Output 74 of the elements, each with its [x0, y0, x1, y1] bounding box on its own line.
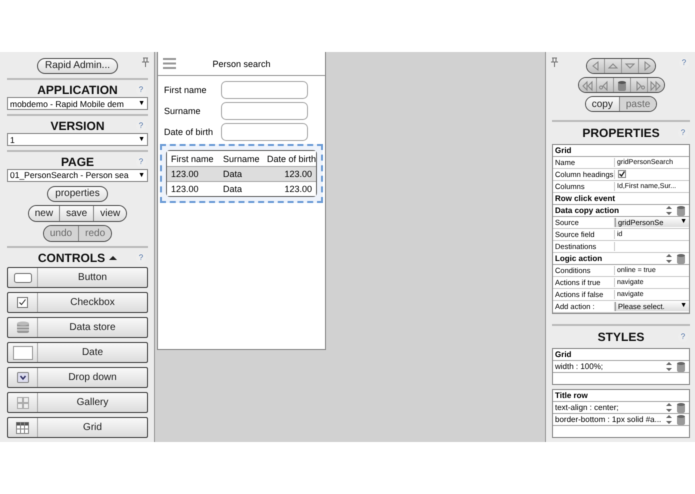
last-button[interactable]: [646, 78, 664, 92]
page-action-button[interactable]: view: [93, 206, 126, 221]
delete-button[interactable]: [612, 78, 630, 92]
control-button[interactable]: Grid: [7, 417, 148, 438]
grid-selection[interactable]: First name Surname Date of birth 123.00 Data 123.00 123.00 Data 123.00: [160, 144, 323, 203]
input-field[interactable]: [221, 123, 308, 141]
previous-button[interactable]: [596, 78, 612, 92]
group-title: Title row: [555, 391, 588, 400]
help-icon[interactable]: ?: [678, 332, 688, 342]
rapid-admin-button[interactable]: Rapid Admin...: [36, 58, 118, 74]
group-title: Data copy action: [555, 206, 620, 216]
last-icon: [648, 80, 662, 92]
reorder-delete-icon[interactable]: [665, 253, 687, 264]
page-action-button[interactable]: save: [59, 206, 94, 221]
field-label: Surname: [164, 106, 202, 116]
style-rule[interactable]: width : 100%;: [555, 362, 604, 371]
date-field-icon: [12, 346, 32, 360]
control-button[interactable]: Data store: [7, 317, 148, 338]
group-title: Grid: [555, 146, 572, 156]
grid-row[interactable]: 123.00 Data 123.00: [167, 166, 316, 181]
controls-heading[interactable]: CONTROLS: [38, 250, 106, 265]
help-icon[interactable]: ?: [678, 128, 688, 138]
help-icon[interactable]: ?: [679, 58, 689, 68]
section-heading: PROPERTIES: [582, 126, 660, 140]
reorder-delete-icon[interactable]: [665, 361, 687, 372]
clipboard-button[interactable]: copy: [586, 97, 619, 112]
field-label: Date of birth: [164, 127, 214, 137]
control-button[interactable]: Date: [7, 342, 148, 363]
down-arrow-button[interactable]: [621, 58, 638, 74]
dropdown-icon: [16, 372, 28, 383]
pin-icon[interactable]: [550, 57, 559, 67]
first-icon: [580, 80, 594, 92]
group-title: Logic action: [555, 254, 602, 264]
checkbox[interactable]: [618, 170, 626, 178]
section-heading: APPLICATION: [37, 83, 118, 98]
column-header: Surname: [223, 154, 261, 164]
page-action-button[interactable]: new: [28, 206, 60, 221]
section-heading: VERSION: [50, 119, 104, 134]
column-header: Date of birth: [267, 154, 316, 164]
pin-icon[interactable]: [141, 57, 150, 67]
next-button[interactable]: [630, 78, 646, 92]
database-icon: [16, 321, 28, 334]
page-title: Person search: [211, 58, 272, 68]
style-rule[interactable]: border-bottom : 1px solid #a...: [555, 415, 662, 424]
grid-row[interactable]: 123.00 Data 123.00: [167, 181, 316, 196]
button-icon: [14, 272, 32, 282]
help-icon[interactable]: ?: [136, 252, 146, 263]
field-label: First name: [164, 85, 208, 95]
reorder-delete-icon[interactable]: [665, 402, 687, 413]
style-rule[interactable]: text-align : center;: [555, 403, 619, 412]
reorder-delete-icon[interactable]: [665, 205, 687, 216]
collapse-icon[interactable]: [109, 254, 118, 261]
input-field[interactable]: [221, 102, 308, 120]
first-button[interactable]: [578, 78, 596, 92]
up-arrow-button[interactable]: [604, 58, 621, 74]
reorder-delete-icon[interactable]: [665, 414, 687, 425]
table-icon: [16, 422, 29, 434]
checkbox-icon: [17, 297, 28, 308]
section-heading: STYLES: [598, 330, 644, 344]
column-header: First name: [171, 154, 215, 164]
control-button[interactable]: Checkbox: [7, 292, 148, 313]
input-field[interactable]: [221, 81, 308, 99]
properties-button[interactable]: properties: [47, 186, 108, 202]
control-button[interactable]: Drop down: [7, 367, 148, 388]
group-title: Row click event: [555, 194, 616, 204]
group-title: Grid: [555, 350, 572, 359]
section-heading: PAGE: [60, 154, 94, 169]
control-button[interactable]: Gallery: [7, 392, 148, 413]
right-arrow-button[interactable]: [638, 58, 655, 74]
control-button[interactable]: Button: [7, 267, 148, 288]
help-icon[interactable]: ?: [136, 156, 146, 167]
left-arrow-button[interactable]: [587, 58, 604, 74]
menu-icon[interactable]: [163, 58, 176, 69]
gallery-icon: [16, 396, 28, 408]
